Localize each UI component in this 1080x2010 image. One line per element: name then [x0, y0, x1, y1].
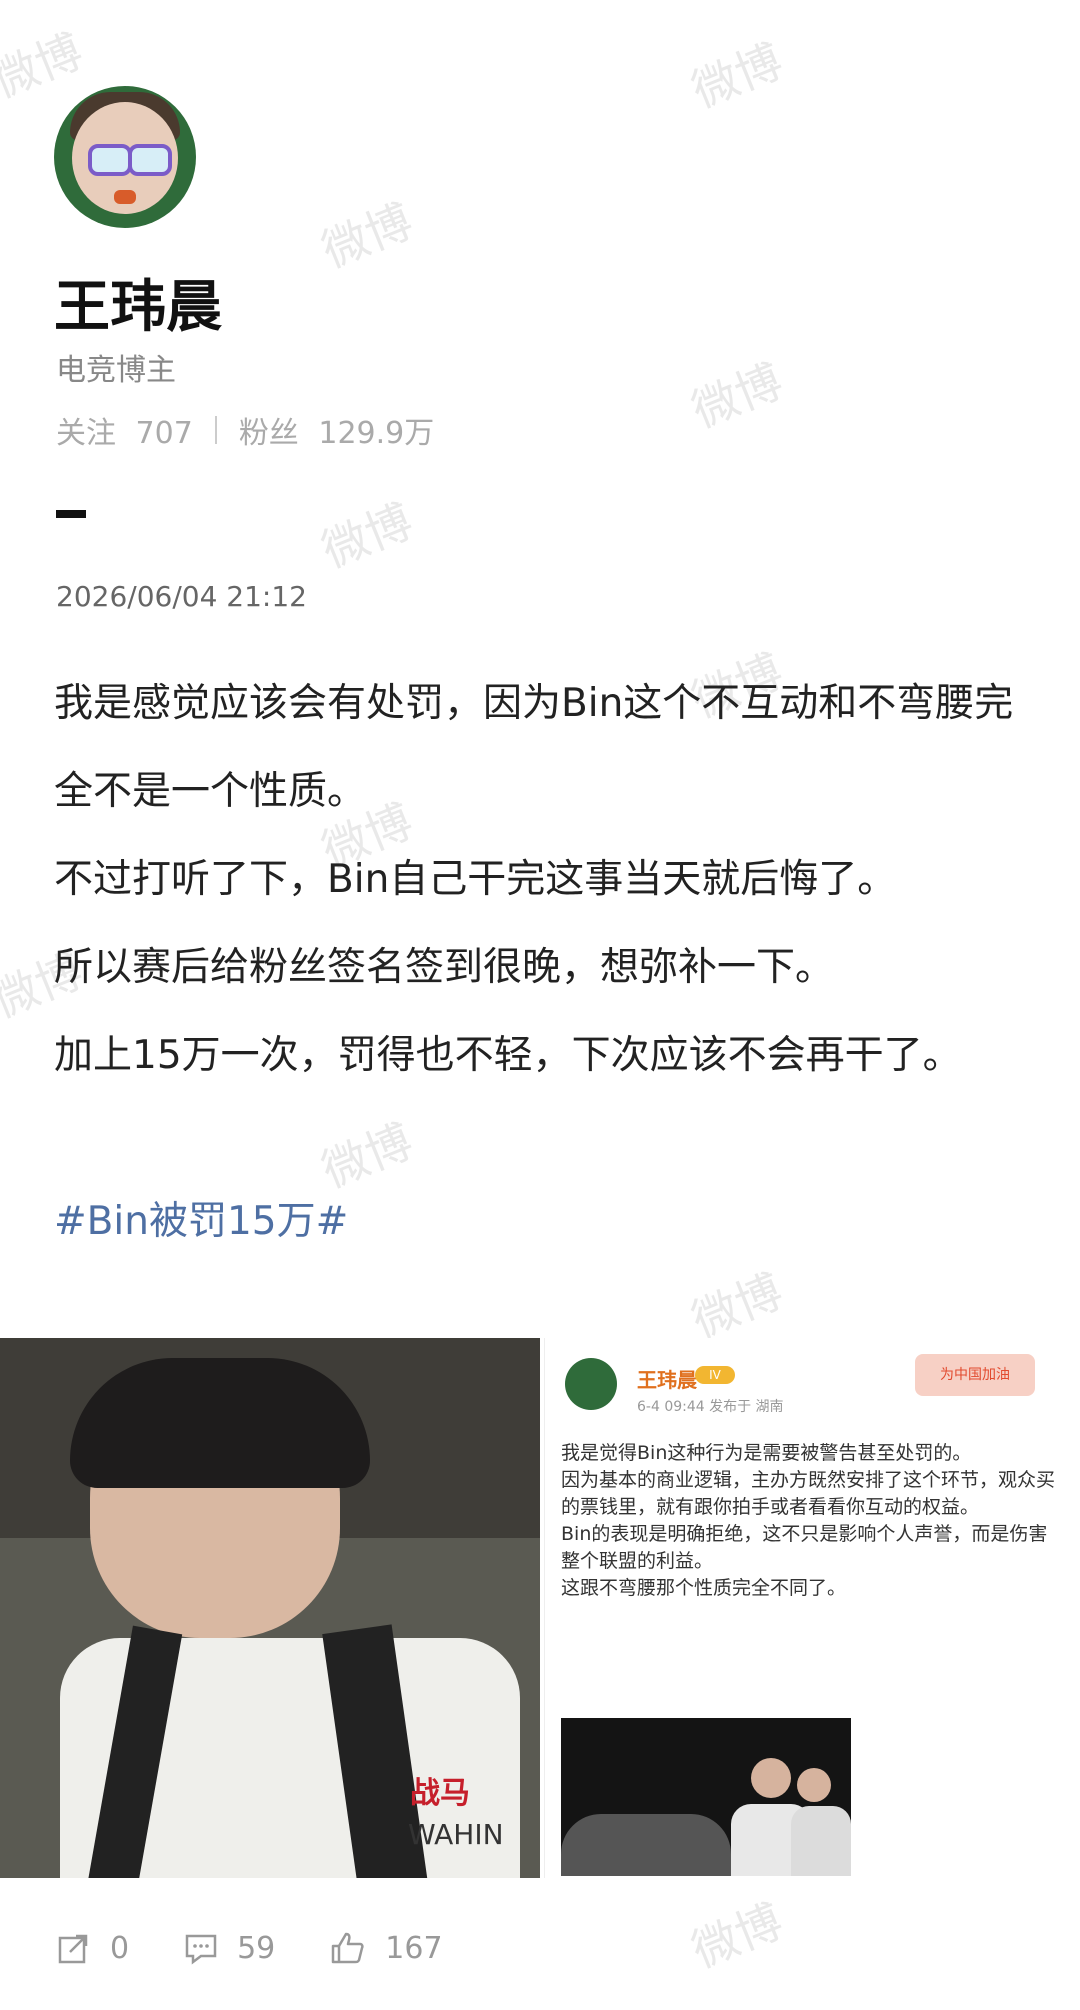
- goggle-left: [88, 144, 132, 176]
- embedded-name: 王玮晨: [637, 1368, 697, 1392]
- embedded-paragraph: 我是觉得Bin这种行为是需要被警告甚至处罚的。: [561, 1442, 972, 1464]
- embedded-badge: IV: [695, 1366, 735, 1384]
- embedded-paragraph: Bin的表现是明确拒绝，这不只是影响个人声誉，而是伤害整个联盟的利益。: [561, 1523, 1048, 1572]
- photo-person-head: [751, 1758, 791, 1798]
- goggle-right: [128, 144, 172, 176]
- repost-button[interactable]: 0: [56, 1930, 129, 1966]
- watermark: 微博: [684, 353, 790, 439]
- shirt-brand-text: WAHIN: [408, 1818, 504, 1851]
- profile-bio: 电竞博主: [56, 353, 176, 388]
- avatar[interactable]: [54, 86, 196, 228]
- watermark: 微博: [314, 193, 420, 279]
- watermark: 微博: [684, 1263, 790, 1349]
- embedded-paragraph: 因为基本的商业逻辑，主办方既然安排了这个环节，观众买的票钱里，就有跟你拍手或者看…: [561, 1469, 1056, 1518]
- photo-crowd: [561, 1814, 731, 1876]
- like-count: 167: [385, 1930, 443, 1966]
- section-divider: [56, 510, 86, 518]
- photo-person-head: [797, 1768, 831, 1802]
- post-paragraph: 不过打听了下，Bin自己干完这事当天就后悔了。: [54, 857, 897, 902]
- post-body: 我是感觉应该会有处罚，因为Bin这个不互动和不弯腰完全不是一个性质。 不过打听了…: [54, 660, 1014, 1100]
- watermark: 微博: [684, 1893, 790, 1979]
- like-button[interactable]: 167: [329, 1930, 443, 1966]
- watermark: 微博: [314, 1113, 420, 1199]
- watermark: 微博: [314, 493, 420, 579]
- embedded-photo: [561, 1718, 851, 1876]
- embedded-tag: 为中国加油: [915, 1354, 1035, 1396]
- photo-person-body: [791, 1806, 851, 1876]
- comment-button[interactable]: 59: [183, 1930, 275, 1966]
- followers-count: 129.9万: [318, 416, 435, 451]
- embedded-avatar: [565, 1358, 617, 1410]
- photo-hair: [70, 1358, 370, 1488]
- embedded-paragraph: 这跟不弯腰那个性质完全不同了。: [561, 1577, 847, 1599]
- following-label: 关注: [56, 416, 116, 451]
- stats-divider: [214, 416, 217, 444]
- action-bar: 0 59 167: [56, 1930, 497, 1966]
- post-timestamp: 2026/06/04 21:12: [56, 580, 307, 613]
- shirt-brand-logo: 战马: [410, 1776, 470, 1811]
- comment-count: 59: [237, 1930, 276, 1966]
- watermark: 微博: [684, 33, 790, 119]
- comment-icon: [185, 1934, 217, 1965]
- post-image-left[interactable]: 战马 WAHIN: [0, 1338, 540, 1878]
- post-paragraph: 我是感觉应该会有处罚，因为Bin这个不互动和不弯腰完全不是一个性质。: [54, 681, 1014, 814]
- post-paragraph: 所以赛后给粉丝签名签到很晚，想弥补一下。: [54, 945, 835, 990]
- thumbs-up-icon: [332, 1932, 364, 1964]
- watermark: 微博: [0, 23, 90, 109]
- repost-count: 0: [110, 1930, 130, 1966]
- following-count: 707: [135, 416, 193, 451]
- followers-label: 粉丝: [238, 416, 299, 451]
- post-image-right[interactable]: 王玮晨 IV 6-4 09:44 发布于 湖南 为中国加油 我是觉得Bin这种行…: [544, 1338, 1080, 1878]
- profile-stats: 关注 707 粉丝 129.9万: [56, 408, 434, 452]
- followers-stat[interactable]: 粉丝 129.9万: [239, 408, 434, 452]
- post-paragraph: 加上15万一次，罚得也不轻，下次应该不会再干了。: [54, 1033, 962, 1078]
- following-stat[interactable]: 关注 707: [56, 408, 193, 452]
- profile-name[interactable]: 王玮晨: [54, 262, 222, 343]
- embedded-meta: 6-4 09:44 发布于 湖南: [637, 1399, 784, 1415]
- repost-icon: [58, 1934, 88, 1964]
- hashtag-link[interactable]: #Bin被罚15万#: [54, 1190, 348, 1246]
- embedded-text: 我是觉得Bin这种行为是需要被警告甚至处罚的。 因为基本的商业逻辑，主办方既然安…: [561, 1440, 1061, 1602]
- avatar-mouth: [114, 190, 136, 204]
